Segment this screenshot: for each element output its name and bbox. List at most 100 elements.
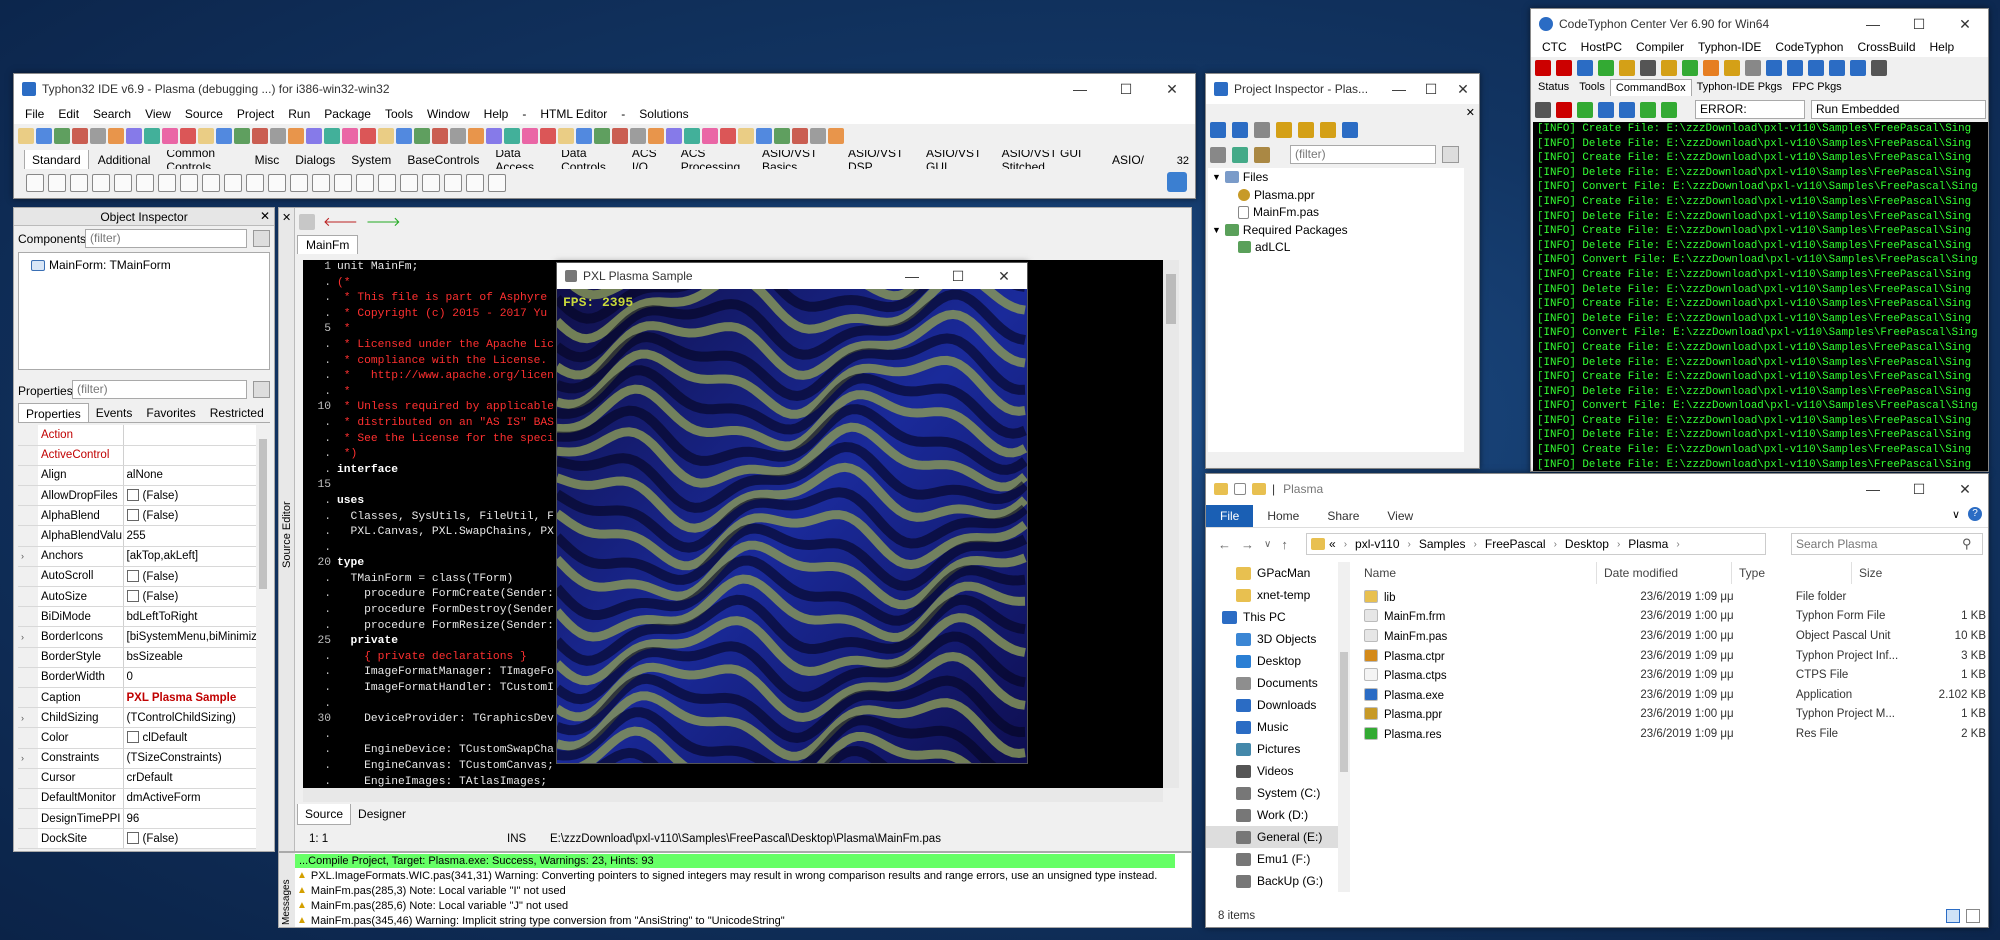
toolbar-button-icon[interactable] xyxy=(18,128,34,144)
components-filter[interactable]: (filter) xyxy=(85,229,247,248)
property-value[interactable]: alNone xyxy=(123,465,256,487)
property-value[interactable]: (TControlChildSizing) xyxy=(123,707,256,729)
message-row[interactable]: ▲ MainFm.pas(345,46) Warning: Implicit st… xyxy=(295,913,1175,927)
expand-icon[interactable]: › xyxy=(18,626,38,648)
toolbar-button-icon[interactable] xyxy=(576,128,592,144)
tree-item-mainform[interactable]: MainForm: TMainForm xyxy=(31,258,171,272)
palette-component-icon[interactable] xyxy=(224,174,242,192)
property-row[interactable]: › Constraints (TSizeConstraints) xyxy=(18,748,256,769)
message-row[interactable]: ▲ PXL.ImageFormats.WIC.pas(341,31) Warnin… xyxy=(295,868,1175,883)
toolbar-button-icon[interactable] xyxy=(90,128,106,144)
editor-tab-mainfm[interactable]: MainFm xyxy=(297,235,359,254)
ctc-tab[interactable]: Typhon-IDE Pkgs xyxy=(1692,79,1788,96)
nav-item[interactable]: Videos xyxy=(1206,760,1338,782)
toolbar-button-icon[interactable] xyxy=(702,128,718,144)
properties-filter[interactable]: (filter) xyxy=(72,380,247,399)
toolbar-button-icon[interactable] xyxy=(1682,60,1698,76)
tree-icon[interactable] xyxy=(1232,147,1248,163)
close-icon[interactable]: ✕ xyxy=(282,211,291,224)
toolbar-button-icon[interactable] xyxy=(648,128,664,144)
oi-tab[interactable]: Properties xyxy=(18,403,89,422)
toolbar-button-icon[interactable] xyxy=(108,128,124,144)
menu-item[interactable]: CodeTyphon xyxy=(1768,40,1850,54)
ctc-tab[interactable]: Status xyxy=(1533,79,1574,96)
toolbar-button-icon[interactable] xyxy=(666,128,682,144)
tree-node-required[interactable]: ▼ Required Packages xyxy=(1212,223,1348,237)
palette-tab[interactable]: ACS I/O xyxy=(625,150,672,169)
menu-item[interactable]: CTC xyxy=(1535,40,1574,54)
property-value[interactable]: 255 xyxy=(123,525,256,547)
property-row[interactable]: AlphaBlendValu 255 xyxy=(18,525,256,547)
toolbar-button-icon[interactable] xyxy=(1254,122,1270,138)
toolbar-button-icon[interactable] xyxy=(1724,60,1740,76)
toolbar-button-icon[interactable] xyxy=(198,128,214,144)
property-value[interactable]: dmActiveForm xyxy=(123,788,256,810)
toolbar-button-icon[interactable] xyxy=(1276,122,1292,138)
palette-component-icon[interactable] xyxy=(180,174,198,192)
breadcrumb-item[interactable]: Plasma xyxy=(1628,537,1668,551)
run-mode-select[interactable]: Run Embedded xyxy=(1811,100,1986,119)
palette-component-icon[interactable] xyxy=(466,174,484,192)
column-divider[interactable] xyxy=(1851,562,1852,584)
ribbon-tab[interactable]: Share xyxy=(1313,505,1373,527)
menu-item[interactable]: - xyxy=(515,107,533,121)
toolbar-button-icon[interactable] xyxy=(1808,60,1824,76)
menu-item[interactable]: File xyxy=(18,107,51,121)
property-row[interactable]: ActiveControl xyxy=(18,445,256,466)
nav-item[interactable]: Work (D:) xyxy=(1206,804,1338,826)
minimize-button[interactable]: — xyxy=(1057,74,1103,104)
palette-component-icon[interactable] xyxy=(356,174,374,192)
toolbar-button-icon[interactable] xyxy=(270,128,286,144)
toolbar-button-icon[interactable] xyxy=(1210,122,1226,138)
file-row[interactable]: Plasma.exe 23/6/2019 1:09 μμ Application 2.… xyxy=(1356,685,1986,705)
level-select[interactable]: ERROR: xyxy=(1695,100,1805,119)
clear-filter-icon[interactable] xyxy=(1442,146,1459,163)
palette-component-icon[interactable] xyxy=(136,174,154,192)
command-button-icon[interactable] xyxy=(1556,102,1572,118)
palette-component-icon[interactable] xyxy=(290,174,308,192)
property-scrollbar[interactable] xyxy=(256,425,270,849)
toolbar-button-icon[interactable] xyxy=(522,128,538,144)
maximize-button[interactable]: ☐ xyxy=(1896,474,1942,504)
tree-item-file[interactable]: Plasma.ppr xyxy=(1238,188,1315,202)
property-value[interactable]: crDefault xyxy=(123,768,256,789)
toolbar-button-icon[interactable] xyxy=(216,128,232,144)
property-row[interactable]: Cursor crDefault xyxy=(18,768,256,789)
palette-tab[interactable]: Additional xyxy=(91,150,158,169)
ribbon-tab[interactable]: Home xyxy=(1253,505,1313,527)
column-header[interactable]: Date modified xyxy=(1604,566,1678,580)
property-row[interactable]: DesignTimePPI 96 xyxy=(18,808,256,830)
command-button-icon[interactable] xyxy=(1577,102,1593,118)
toolbar-button-icon[interactable] xyxy=(612,128,628,144)
nav-item[interactable]: Downloads xyxy=(1206,694,1338,716)
tree-item-package[interactable]: adLCL xyxy=(1238,240,1290,254)
toolbar-button-icon[interactable] xyxy=(1850,60,1866,76)
menu-item[interactable]: HTML Editor xyxy=(533,107,614,121)
toolbar-button-icon[interactable] xyxy=(1871,60,1887,76)
editor-vscroll[interactable] xyxy=(1163,260,1179,788)
palette-tab[interactable]: ASIO/VST GUI xyxy=(919,150,993,169)
toolbar-button-icon[interactable] xyxy=(324,128,340,144)
palette-tab[interactable]: ASIO/ xyxy=(1105,150,1151,169)
file-row[interactable]: Plasma.res 23/6/2019 1:09 μμ Res File 2 KB xyxy=(1356,724,1986,744)
pi-vscroll[interactable] xyxy=(1464,168,1478,452)
toolbar-button-icon[interactable] xyxy=(630,128,646,144)
palette-component-icon[interactable] xyxy=(488,174,506,192)
file-row[interactable]: Plasma.ppr 23/6/2019 1:00 μμ Typhon Projec… xyxy=(1356,705,1986,725)
toolbar-button-icon[interactable] xyxy=(1556,60,1572,76)
toolbar-icon[interactable] xyxy=(299,214,315,230)
command-button-icon[interactable] xyxy=(1661,102,1677,118)
pi-filter[interactable]: (filter) xyxy=(1290,145,1436,164)
toolbar-button-icon[interactable] xyxy=(72,128,88,144)
close-icon[interactable]: ✕ xyxy=(1466,106,1475,119)
property-value[interactable]: 96 xyxy=(123,808,256,830)
breadcrumb-item[interactable]: FreePascal xyxy=(1485,537,1546,551)
toolbar-button-icon[interactable] xyxy=(828,128,844,144)
palette-tab[interactable]: Dialogs xyxy=(288,150,342,169)
file-row[interactable]: MainFm.pas 23/6/2019 1:00 μμ Object Pascal… xyxy=(1356,626,1986,646)
property-value[interactable]: [biSystemMenu,biMinimize xyxy=(123,626,256,648)
palette-tab[interactable]: Misc xyxy=(248,150,287,169)
breadcrumb-item[interactable]: Desktop xyxy=(1565,537,1609,551)
checkbox[interactable] xyxy=(126,489,139,502)
palette-component-icon[interactable] xyxy=(378,174,396,192)
